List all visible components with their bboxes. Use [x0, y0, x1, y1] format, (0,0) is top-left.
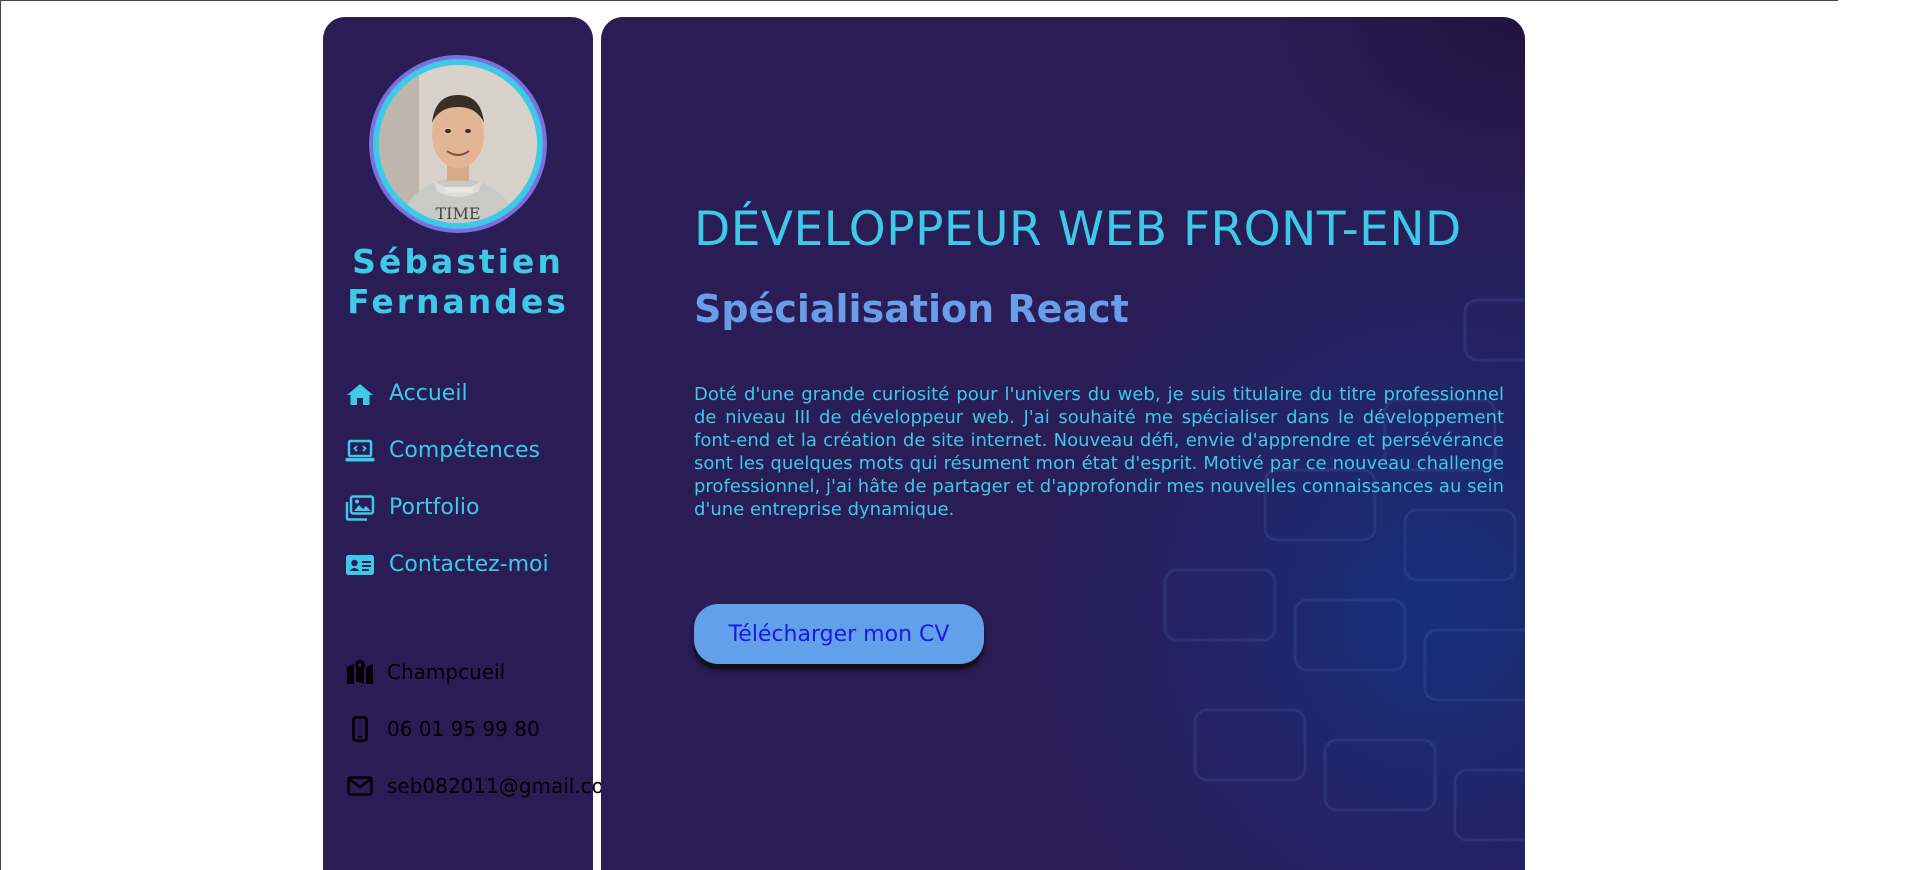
nav-label-portfolio: Portfolio	[389, 495, 480, 520]
bio-paragraph: Doté d'une grande curiosité pour l'unive…	[694, 384, 1504, 520]
nav-label-accueil: Accueil	[389, 381, 468, 406]
top-border	[0, 0, 1838, 1]
phone-text: 06 01 95 99 80	[387, 716, 540, 741]
page-subtitle: Spécialisation React	[694, 287, 1129, 331]
avatar: TIME	[369, 55, 547, 233]
home-icon	[345, 380, 375, 408]
profile-name: Sébastien Fernandes	[323, 242, 593, 322]
images-icon	[345, 494, 375, 522]
first-name: Sébastien	[352, 242, 564, 281]
map-location-icon	[345, 658, 375, 686]
nav-label-contactez-moi: Contactez-moi	[389, 552, 549, 577]
page: TIME Sébastien Fernandes Accueil Compéte…	[0, 0, 1908, 870]
mobile-phone-icon	[345, 715, 375, 743]
sidebar: TIME Sébastien Fernandes Accueil Compéte…	[323, 17, 623, 870]
laptop-code-icon	[345, 437, 375, 465]
nav-item-contactez-moi[interactable]: Contactez-moi	[345, 536, 549, 593]
location-text: Champcueil	[387, 659, 506, 684]
contact-email[interactable]: seb082011@gmail.com	[345, 757, 623, 814]
shirt-text: TIME	[435, 204, 480, 223]
nav-label-competences: Compétences	[389, 438, 540, 463]
nav-item-portfolio[interactable]: Portfolio	[345, 479, 549, 536]
contact-info: Champcueil 06 01 95 99 80 seb082011@gmai…	[345, 643, 623, 814]
nav-item-accueil[interactable]: Accueil	[345, 365, 549, 422]
envelope-icon	[345, 772, 375, 800]
last-name: Fernandes	[347, 282, 569, 321]
id-card-icon	[345, 551, 375, 579]
hero-panel: DÉVELOPPEUR WEB FRONT-END Spécialisation…	[601, 17, 1525, 870]
contact-location: Champcueil	[345, 643, 623, 700]
main-nav: Accueil Compétences Portfolio Contactez-…	[345, 365, 549, 593]
profile-photo: TIME	[379, 65, 537, 223]
page-title: DÉVELOPPEUR WEB FRONT-END	[694, 202, 1462, 257]
left-border	[0, 0, 1, 870]
contact-phone[interactable]: 06 01 95 99 80	[345, 700, 623, 757]
download-cv-button[interactable]: Télécharger mon CV	[694, 604, 984, 664]
email-text: seb082011@gmail.com	[387, 773, 624, 798]
nav-item-competences[interactable]: Compétences	[345, 422, 549, 479]
portrait-image: TIME	[379, 65, 537, 223]
